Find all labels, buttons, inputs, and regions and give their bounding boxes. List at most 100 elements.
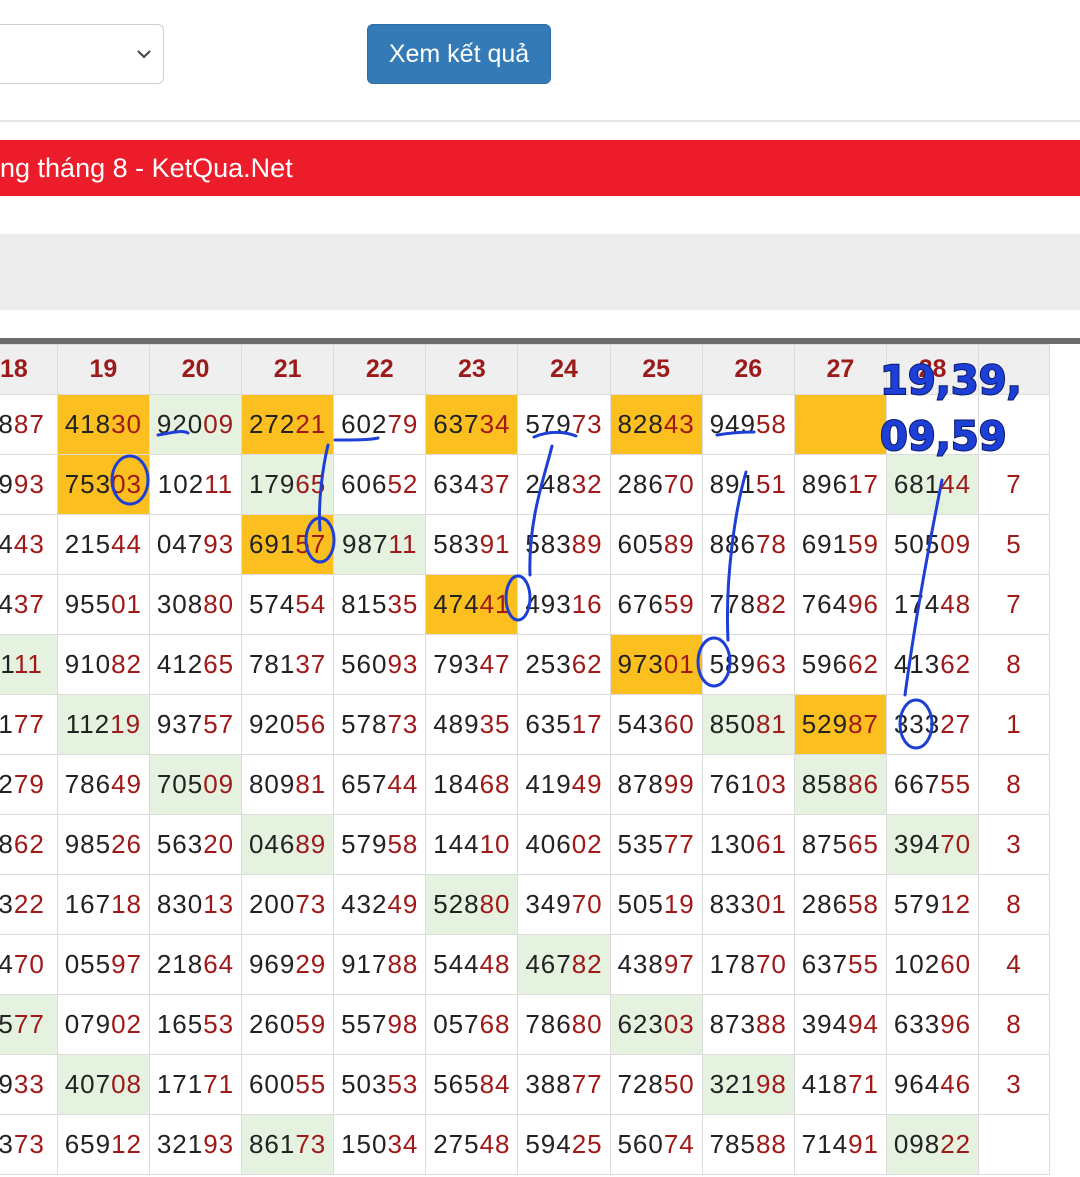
number-tail-loto: 35 xyxy=(387,589,419,619)
number-head: 286 xyxy=(801,889,849,919)
number-tail-loto: 21 xyxy=(295,409,327,439)
number-tail-loto: 37 xyxy=(479,469,511,499)
number-head: 891 xyxy=(709,469,756,499)
result-cell: 48935 xyxy=(425,694,519,755)
number-head: 412 xyxy=(156,649,204,679)
number-head: 920 xyxy=(248,709,296,739)
table-row: 2279786497050980981657441846841949878997… xyxy=(0,754,1050,815)
table-row: 0443215440479369157987115839158389605898… xyxy=(0,514,1050,575)
result-cell: 76103 xyxy=(701,754,795,815)
result-cell: 2933 xyxy=(0,1054,58,1115)
number-tail-loto: 77 xyxy=(571,1069,603,1099)
number-tail-loto: 54 xyxy=(295,589,327,619)
number-head: 418 xyxy=(64,409,112,439)
number-tail-loto: 26 xyxy=(111,829,143,859)
number-head: 878 xyxy=(617,769,664,799)
result-cell: 67659 xyxy=(609,574,703,635)
result-cell: 34970 xyxy=(517,874,611,935)
column-header-day: 18 xyxy=(0,344,58,395)
number-head: 659 xyxy=(64,1129,112,1159)
result-cell: 60279 xyxy=(333,394,427,455)
number-tail-loto: 88 xyxy=(387,949,419,979)
number-head: 22 xyxy=(0,769,14,799)
result-cell: 18468 xyxy=(425,754,519,815)
result-cell: 43897 xyxy=(609,934,703,995)
number-tail-loto: 89 xyxy=(571,529,603,559)
result-cell: 57454 xyxy=(241,574,335,635)
result-cell: 69157 xyxy=(241,514,335,575)
table-row: 5322167188301320073432495288034970505198… xyxy=(0,874,1050,935)
number-head: 875 xyxy=(801,829,849,859)
number-tail-loto: 87 xyxy=(13,409,45,439)
result-cell: 10211 xyxy=(148,454,243,515)
result-cell: 78137 xyxy=(241,634,335,695)
number-tail-loto: 55 xyxy=(940,769,972,799)
result-cell: 82843 xyxy=(609,394,703,455)
result-cell: 83013 xyxy=(148,874,243,935)
number-tail-loto: 01 xyxy=(111,589,143,619)
result-cell: 63517 xyxy=(517,694,611,755)
result-cell: 2437 xyxy=(0,574,58,635)
number-tail-loto: 80 xyxy=(479,889,511,919)
number-tail-loto: 81 xyxy=(755,709,787,739)
result-cell: 38877 xyxy=(517,1054,611,1115)
number-head: 544 xyxy=(433,949,480,979)
number-tail-loto: 89 xyxy=(295,829,327,859)
number-tail-loto: 71 xyxy=(848,1069,880,1099)
number-head: 633 xyxy=(893,1009,941,1039)
column-header-day: 25 xyxy=(609,344,703,395)
number-head: 785 xyxy=(709,1129,756,1159)
number-tail-loto: 10 xyxy=(479,829,511,859)
result-cell: 40602 xyxy=(517,814,611,875)
number-head: 174 xyxy=(893,589,941,619)
number-tail-loto: 77 xyxy=(663,829,695,859)
number-tail-loto: 73 xyxy=(13,1129,45,1159)
number-head: 167 xyxy=(64,889,112,919)
number-head: 15 xyxy=(0,1009,14,1039)
result-cell: 8 xyxy=(978,874,1050,935)
date-select[interactable] xyxy=(0,24,164,84)
number-head: 985 xyxy=(64,829,112,859)
result-cell: 85081 xyxy=(701,694,795,755)
number-tail-loto: 96 xyxy=(940,1009,972,1039)
number-tail-loto: 48 xyxy=(940,589,972,619)
number-tail-loto: 46 xyxy=(940,1069,972,1099)
result-cell: 50353 xyxy=(333,1054,427,1115)
number-head: 858 xyxy=(801,769,849,799)
result-cell: 0177 xyxy=(0,694,58,755)
result-cell: 41949 xyxy=(517,754,611,815)
number-tail-loto: 32 xyxy=(571,469,603,499)
number-tail-loto: 8 xyxy=(1006,649,1022,679)
number-tail-loto: 01 xyxy=(663,649,695,679)
number-head: 165 xyxy=(156,1009,204,1039)
table-row: 2993753031021117965606526343724832286708… xyxy=(0,454,1050,515)
number-tail-loto: 12 xyxy=(940,889,972,919)
number-tail-loto: 11 xyxy=(388,529,418,559)
number-head: 543 xyxy=(617,709,664,739)
number-head: 01 xyxy=(0,709,14,739)
number-head: 896 xyxy=(801,469,849,499)
number-head: 955 xyxy=(64,589,112,619)
result-cell: 63755 xyxy=(793,934,887,995)
result-cell: 58391 xyxy=(425,514,519,575)
number-head: 596 xyxy=(801,649,849,679)
result-cell: 50509 xyxy=(885,514,980,575)
number-tail-loto: 68 xyxy=(479,1009,511,1039)
number-tail-loto: 43 xyxy=(13,529,45,559)
result-cell: 96929 xyxy=(241,934,335,995)
number-tail-loto: 27 xyxy=(940,709,972,739)
view-results-button[interactable]: Xem kết quả xyxy=(367,24,551,84)
number-head: 150 xyxy=(341,1129,388,1159)
number-tail-loto: 97 xyxy=(663,949,695,979)
table-row: 6862985265632004689579581441040602535771… xyxy=(0,814,1050,875)
number-head: 705 xyxy=(156,769,204,799)
number-head: 248 xyxy=(525,469,572,499)
number-tail-loto: 4 xyxy=(1006,949,1022,979)
number-tail-loto: 59 xyxy=(295,1009,327,1039)
result-cell: 20073 xyxy=(241,874,335,935)
number-tail-loto: 08 xyxy=(111,1069,143,1099)
number-head: 781 xyxy=(248,649,296,679)
number-head: 215 xyxy=(64,529,112,559)
result-cell: 80981 xyxy=(241,754,335,815)
result-cell: 32193 xyxy=(148,1114,243,1175)
